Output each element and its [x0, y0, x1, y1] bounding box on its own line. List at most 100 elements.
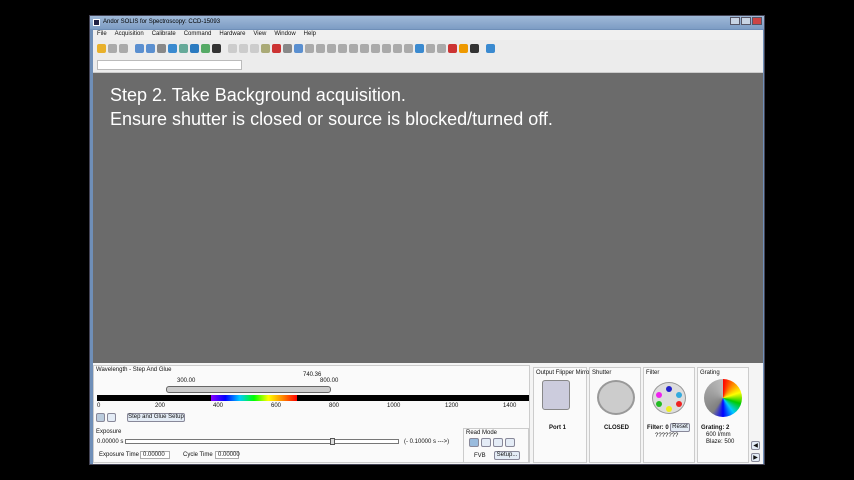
grating-lines: 600 l/mm	[706, 432, 731, 438]
toolbar-button[interactable]	[371, 44, 380, 53]
toolbar-button[interactable]	[146, 44, 155, 53]
filter-name: ???????	[655, 433, 679, 439]
toolbar-button[interactable]	[261, 44, 270, 53]
toolbar-button[interactable]	[360, 44, 369, 53]
grating-panel: Grating Grating: 2 600 l/mm Blaze: 500	[697, 367, 749, 463]
menu-window[interactable]: Window	[274, 31, 295, 39]
toolbar-button[interactable]	[437, 44, 446, 53]
toolbar-button[interactable]	[283, 44, 292, 53]
flipper-mirror-icon[interactable]	[542, 380, 570, 410]
close-button[interactable]	[752, 17, 762, 25]
wavelength-tick-label: 200	[155, 403, 166, 409]
toolbar-button[interactable]	[459, 44, 468, 53]
read-mode-image-button[interactable]	[493, 438, 503, 447]
instruction-line-2: Ensure shutter is closed or source is bl…	[110, 109, 553, 129]
read-mode-title: Read Mode	[466, 430, 498, 436]
toolbar-combo[interactable]	[97, 60, 242, 70]
menu-file[interactable]: File	[97, 31, 107, 39]
toolbar-button[interactable]	[382, 44, 391, 53]
toolbar-button[interactable]	[448, 44, 457, 53]
scroll-right-button[interactable]: ▶	[751, 453, 760, 462]
start-wavelength: 300.00	[177, 378, 196, 384]
menu-view[interactable]: View	[253, 31, 266, 39]
toolbar-button[interactable]	[108, 44, 117, 53]
shutter-panel: Shutter CLOSED	[589, 367, 641, 463]
grating-icon[interactable]	[704, 379, 742, 417]
scroll-left-button[interactable]: ◀	[751, 441, 760, 450]
center-wavelength: 740.36	[303, 372, 322, 378]
read-mode-single-track-button[interactable]	[505, 438, 515, 447]
toolbar	[93, 40, 763, 73]
wavelength-tick-label: 400	[213, 403, 224, 409]
exposure-title: Exposure	[96, 429, 122, 435]
toolbar-button[interactable]	[316, 44, 325, 53]
toolbar-button[interactable]	[190, 44, 199, 53]
shutter-icon[interactable]	[597, 380, 635, 415]
menu-hardware[interactable]: Hardware	[219, 31, 245, 39]
grating-title: Grating	[700, 370, 720, 376]
menu-help[interactable]: Help	[304, 31, 316, 39]
read-mode-multitrack-button[interactable]	[481, 438, 491, 447]
flipper-port: Port 1	[549, 425, 567, 431]
toolbar-button[interactable]	[305, 44, 314, 53]
cycle-time-label: Cycle Time	[183, 452, 213, 458]
menu-acquisition[interactable]: Acquisition	[115, 31, 144, 39]
wavelength-title: Wavelength - Step And Glue	[96, 367, 172, 373]
toolbar-button[interactable]	[119, 44, 128, 53]
toolbar-button[interactable]	[157, 44, 166, 53]
shutter-status: CLOSED	[604, 425, 630, 431]
toolbar-button[interactable]	[97, 44, 106, 53]
toolbar-button[interactable]	[179, 44, 188, 53]
toolbar-button[interactable]	[294, 44, 303, 53]
toolbar-button[interactable]	[228, 44, 237, 53]
spectrum-display: Step 2. Take Background acquisition. Ens…	[93, 73, 763, 363]
read-mode-fvb-button[interactable]	[469, 438, 479, 447]
step-and-glue-setup-button[interactable]: Step and Glue Setup	[127, 413, 185, 422]
wavelength-tick-label: 0	[97, 403, 101, 409]
title-bar: Andor SOLIS for Spectroscopy: CCD-15093	[90, 16, 764, 29]
window-title: Andor SOLIS for Spectroscopy: CCD-15093	[103, 19, 221, 25]
filter-wheel-icon[interactable]	[652, 382, 686, 414]
filter-title: Filter	[646, 370, 660, 376]
toolbar-button[interactable]	[168, 44, 177, 53]
toolbar-button[interactable]	[393, 44, 402, 53]
exposure-time-input[interactable]: 0.00000	[140, 451, 170, 459]
shutter-title: Shutter	[592, 370, 612, 376]
wavelength-tick-label: 800	[329, 403, 340, 409]
menu-bar: File Acquisition Calibrate Command Hardw…	[93, 30, 763, 40]
toolbar-button[interactable]	[327, 44, 336, 53]
toolbar-button[interactable]	[135, 44, 144, 53]
toolbar-button[interactable]	[338, 44, 347, 53]
slider-thumb[interactable]	[330, 438, 335, 445]
exposure-slider[interactable]	[125, 438, 399, 445]
toolbar-button[interactable]	[470, 44, 479, 53]
toolbar-button[interactable]	[272, 44, 281, 53]
chart-icon-button[interactable]	[107, 413, 116, 422]
toolbar-button[interactable]	[426, 44, 435, 53]
wavelength-ruler[interactable]	[97, 395, 529, 401]
wavelength-tick-label: 1200	[445, 403, 459, 409]
menu-command[interactable]: Command	[184, 31, 212, 39]
visible-spectrum-bar	[211, 395, 297, 401]
exposure-min: 0.00000 s	[97, 439, 124, 445]
read-mode-panel: Read Mode FVB Setup...	[463, 428, 529, 463]
toolbar-button[interactable]	[212, 44, 221, 53]
toolbar-button[interactable]	[201, 44, 210, 53]
toolbar-button[interactable]	[404, 44, 413, 53]
toolbar-button[interactable]	[349, 44, 358, 53]
peak-icon-button[interactable]	[96, 413, 105, 422]
maximize-button[interactable]	[741, 17, 751, 25]
app-window: Andor SOLIS for Spectroscopy: CCD-15093 …	[89, 15, 765, 465]
cycle-time-input[interactable]: 0.00000	[215, 451, 240, 459]
grating-value: Grating: 2	[701, 425, 730, 431]
toolbar-button[interactable]	[415, 44, 424, 53]
filter-reset-button[interactable]: Reset	[670, 423, 690, 432]
menu-calibrate[interactable]: Calibrate	[152, 31, 176, 39]
minimize-button[interactable]	[730, 17, 740, 25]
exposure-time-label: Exposure Time	[99, 452, 140, 458]
toolbar-button[interactable]	[239, 44, 248, 53]
toolbar-button[interactable]	[486, 44, 495, 53]
step-glue-range[interactable]	[166, 386, 331, 393]
read-mode-setup-button[interactable]: Setup...	[494, 451, 520, 460]
toolbar-button[interactable]	[250, 44, 259, 53]
